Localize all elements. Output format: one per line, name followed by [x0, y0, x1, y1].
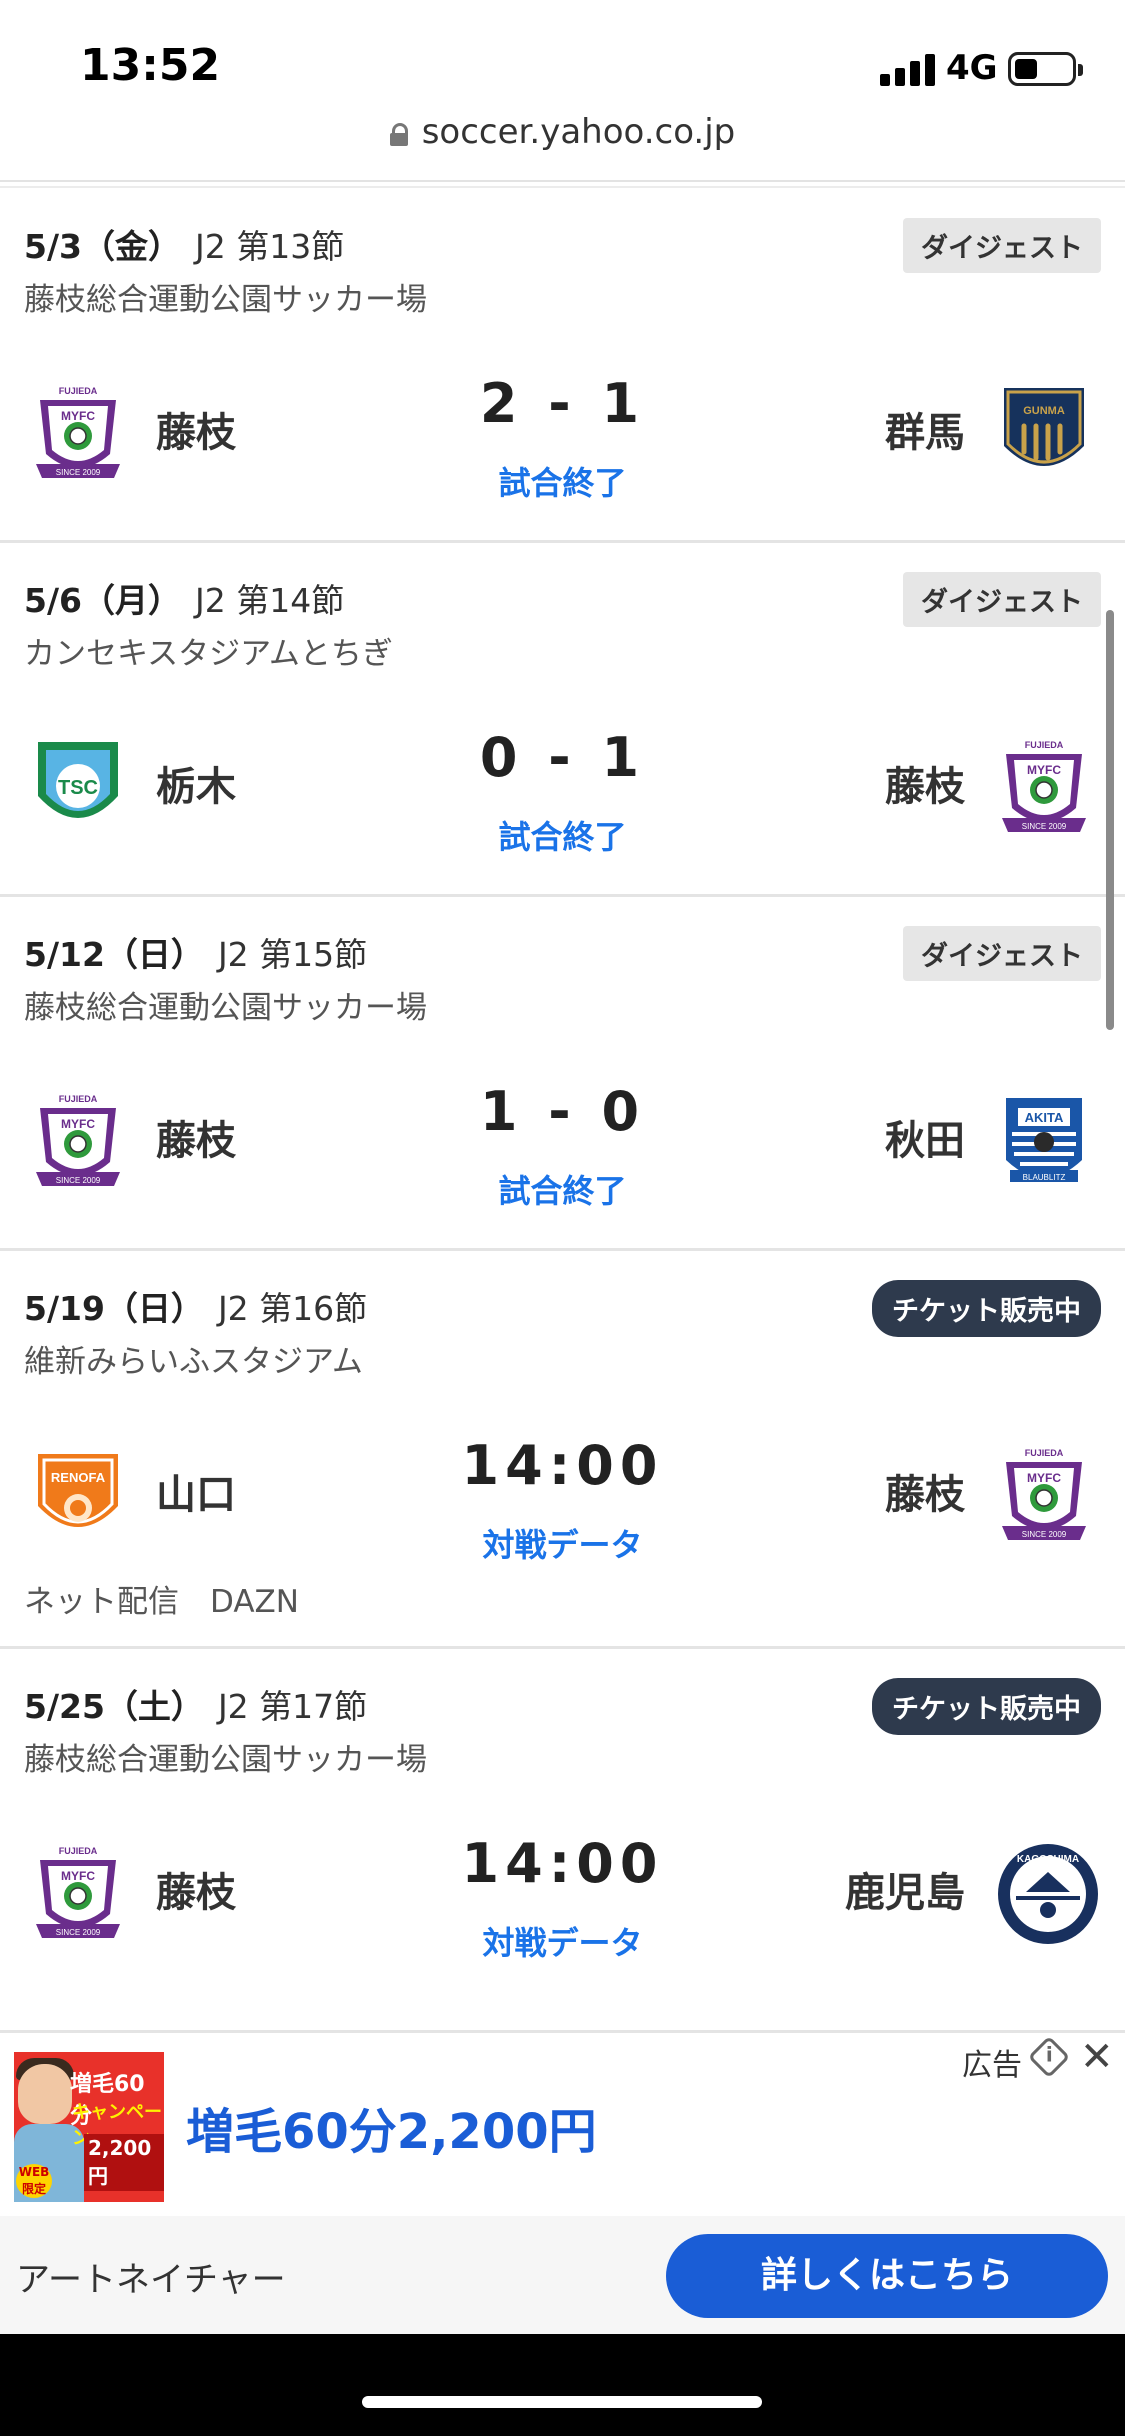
- match-card[interactable]: 5/3（金） J2 第13節 藤枝総合運動公園サッカー場 ダイジェスト 藤枝 2 …: [0, 190, 1125, 543]
- gunma-crest-icon: [996, 382, 1092, 486]
- match-data-link[interactable]: 対戦データ: [0, 1918, 1125, 1964]
- match-status-link[interactable]: 試合終了: [0, 1166, 1125, 1212]
- match-league: J2 第13節: [194, 227, 345, 266]
- away-team: 藤枝: [885, 1472, 965, 1518]
- match-venue: カンセキスタジアムとちぎ: [24, 636, 393, 672]
- url-text: soccer.yahoo.co.jp: [421, 112, 736, 152]
- ad-advertiser: アートネイチャー: [16, 2260, 286, 2300]
- status-time: 13:52: [80, 40, 221, 91]
- digest-badge[interactable]: ダイジェスト: [903, 926, 1101, 981]
- away-team: 鹿児島: [845, 1870, 965, 1916]
- match-card[interactable]: 5/25（土） J2 第17節 藤枝総合運動公園サッカー場 チケット販売中 藤枝 …: [0, 1650, 1125, 2033]
- network-type: 4G: [946, 48, 998, 88]
- battery-icon: [1008, 52, 1083, 86]
- match-league: J2 第16節: [217, 1289, 368, 1328]
- match-league: J2 第17節: [217, 1687, 368, 1726]
- match-date-line: 5/12（日） J2 第15節: [24, 928, 367, 976]
- fujieda-crest-icon: [996, 1444, 1092, 1548]
- match-date-line: 5/25（土） J2 第17節: [24, 1680, 367, 1728]
- ticket-badge[interactable]: チケット販売中: [872, 1678, 1101, 1735]
- match-league: J2 第15節: [217, 935, 368, 974]
- match-date: 5/3（金）: [24, 227, 181, 266]
- match-date-line: 5/6（月） J2 第14節: [24, 574, 344, 622]
- match-date-line: 5/3（金） J2 第13節: [24, 220, 344, 268]
- ad-thumb-price: 2,200円: [84, 2134, 164, 2191]
- away-team: 藤枝: [885, 764, 965, 810]
- broadcast-info: ネット配信 DAZN: [24, 1584, 299, 1620]
- match-venue: 藤枝総合運動公園サッカー場: [24, 1742, 427, 1778]
- match-card[interactable]: 5/6（月） J2 第14節 カンセキスタジアムとちぎ ダイジェスト 栃木 0 -…: [0, 544, 1125, 897]
- home-indicator[interactable]: [362, 2396, 762, 2408]
- ad-thumbnail[interactable]: 増毛60分 キャンペーン 2,200円 WEB限定: [14, 2052, 164, 2202]
- url-bar[interactable]: soccer.yahoo.co.jp: [0, 112, 1125, 152]
- match-venue: 維新みらいふスタジアム: [24, 1344, 363, 1380]
- close-icon[interactable]: ✕: [1080, 2034, 1114, 2080]
- match-status-link[interactable]: 試合終了: [0, 458, 1125, 504]
- home-indicator-area: [0, 2334, 1125, 2436]
- header-divider-2: [0, 186, 1125, 188]
- fujieda-crest-icon: [996, 736, 1092, 840]
- match-date: 5/6（月）: [24, 581, 181, 620]
- away-team: 群馬: [885, 410, 965, 456]
- akita-crest-icon: [996, 1090, 1092, 1194]
- ticket-badge[interactable]: チケット販売中: [872, 1280, 1101, 1337]
- lock-icon: [389, 122, 408, 146]
- match-date: 5/19（日）: [24, 1289, 204, 1328]
- match-card[interactable]: 5/12（日） J2 第15節 藤枝総合運動公園サッカー場 ダイジェスト 藤枝 1…: [0, 898, 1125, 1251]
- match-date: 5/25（土）: [24, 1687, 204, 1726]
- ad-label: 広告: [962, 2048, 1022, 2083]
- match-league: J2 第14節: [194, 581, 345, 620]
- match-venue: 藤枝総合運動公園サッカー場: [24, 990, 427, 1026]
- match-card[interactable]: 5/19（日） J2 第16節 維新みらいふスタジアム チケット販売中 山口 14…: [0, 1252, 1125, 1649]
- away-team: 秋田: [885, 1118, 965, 1164]
- ad-banner[interactable]: 増毛60分 キャンペーン 2,200円 WEB限定 増毛60分2,200円 広告…: [0, 2034, 1125, 2334]
- digest-badge[interactable]: ダイジェスト: [903, 572, 1101, 627]
- match-data-link[interactable]: 対戦データ: [0, 1520, 1125, 1566]
- match-date-line: 5/19（日） J2 第16節: [24, 1282, 367, 1330]
- ad-cta-button[interactable]: 詳しくはこちら: [666, 2234, 1108, 2318]
- digest-badge[interactable]: ダイジェスト: [903, 218, 1101, 273]
- scrollbar[interactable]: [1106, 610, 1114, 1030]
- header-divider: [0, 180, 1125, 182]
- ad-headline[interactable]: 増毛60分2,200円: [186, 2092, 597, 2162]
- kagoshima-crest-icon: [996, 1842, 1100, 1946]
- match-date: 5/12（日）: [24, 935, 204, 974]
- signal-icon: [880, 52, 936, 86]
- match-venue: 藤枝総合運動公園サッカー場: [24, 282, 427, 318]
- match-status-link[interactable]: 試合終了: [0, 812, 1125, 858]
- ad-thumb-web: WEB限定: [16, 2164, 52, 2198]
